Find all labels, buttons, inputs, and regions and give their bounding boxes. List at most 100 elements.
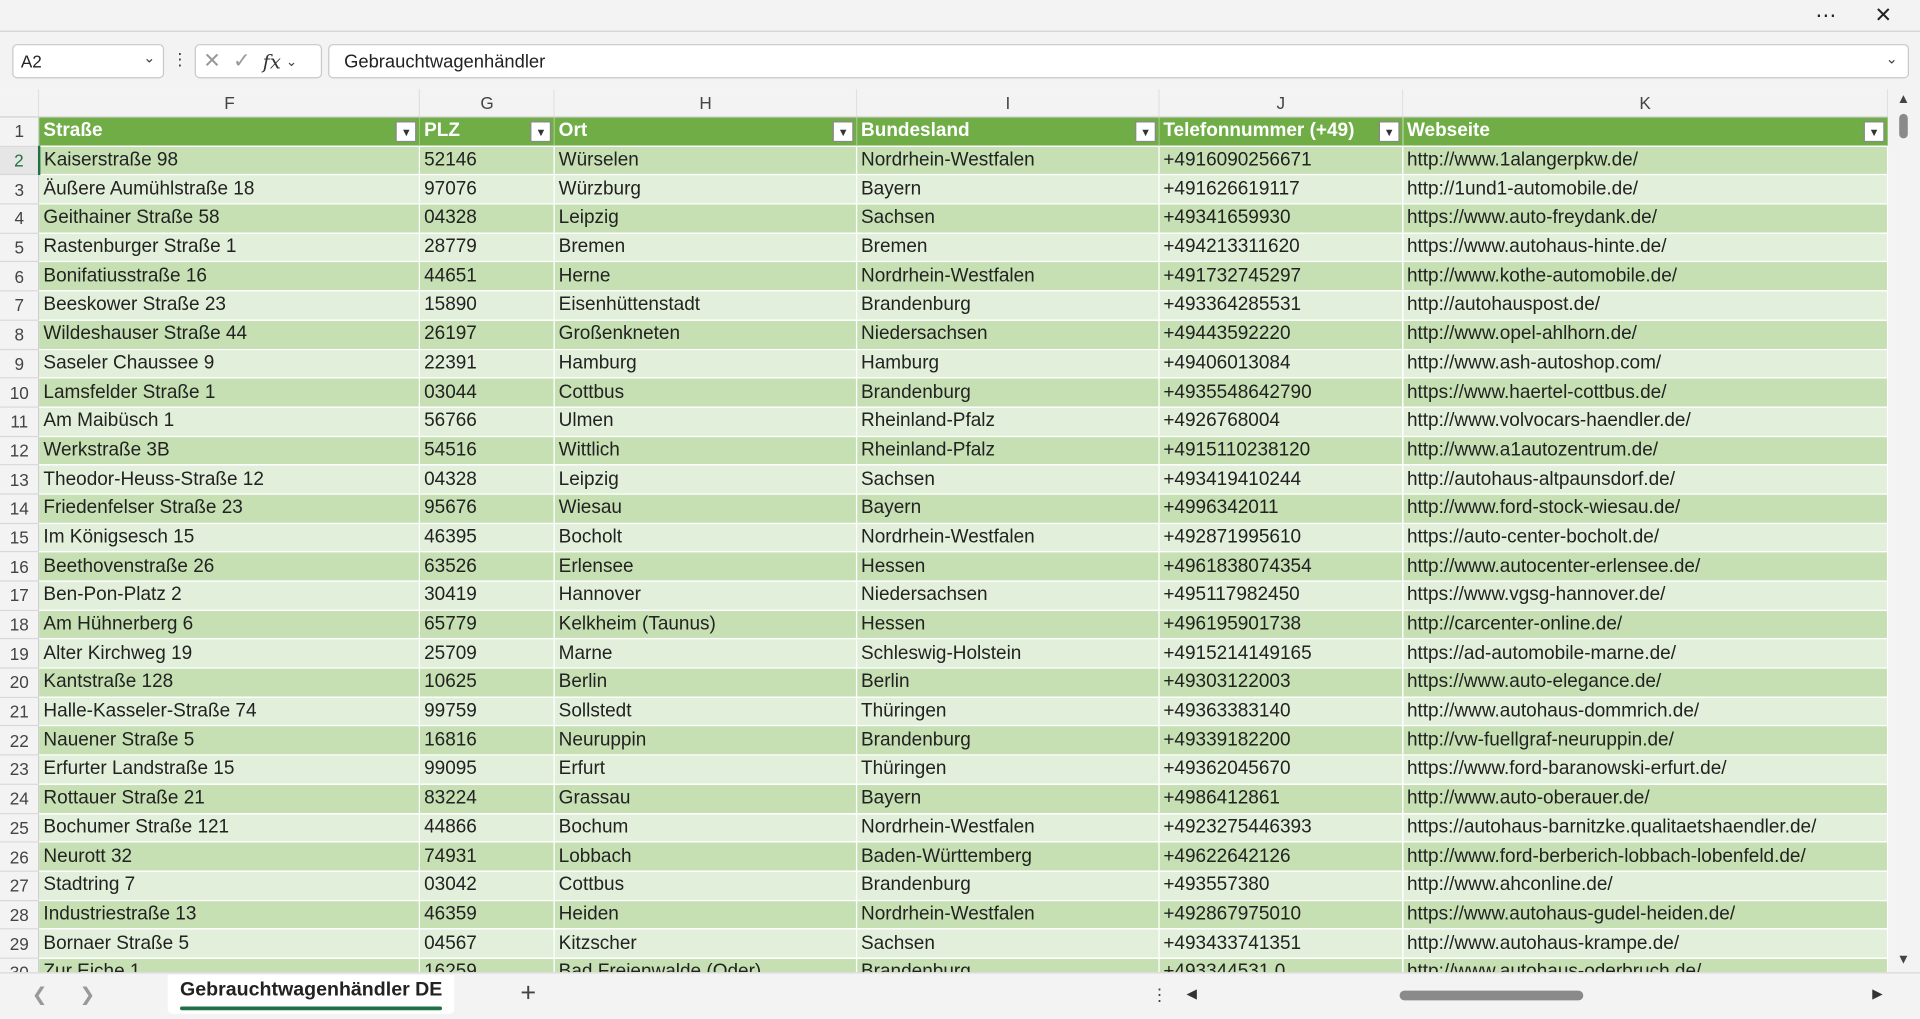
table-cell[interactable]: Wittlich xyxy=(554,435,858,466)
table-cell[interactable]: Zur Eiche 1 xyxy=(39,958,421,973)
table-cell[interactable]: Thüringen xyxy=(856,755,1160,785)
table-cell[interactable]: 95676 xyxy=(419,494,556,524)
horizontal-scrollbar[interactable]: ◀ ▶ xyxy=(1182,986,1892,1006)
row-header[interactable]: 13 xyxy=(0,465,40,495)
table-cell[interactable]: Erlensee xyxy=(554,552,858,582)
table-cell[interactable]: 03044 xyxy=(419,377,556,408)
table-cell[interactable]: Kaiserstraße 98 xyxy=(39,145,421,176)
table-cell[interactable]: Rastenburger Straße 1 xyxy=(39,232,421,263)
table-cell[interactable]: Leipzig xyxy=(554,203,858,234)
filter-dropdown-icon[interactable]: ▼ xyxy=(395,121,417,143)
table-cell[interactable]: Heiden xyxy=(554,900,858,930)
table-cell[interactable]: Sollstedt xyxy=(554,697,858,727)
table-cell[interactable]: 99095 xyxy=(419,755,556,785)
table-cell[interactable]: http://www.autohaus-dommrich.de/ xyxy=(1402,697,1889,727)
table-cell[interactable]: https://www.autohaus-gudel-heiden.de/ xyxy=(1402,900,1889,930)
table-cell[interactable]: +4996342011 xyxy=(1159,494,1404,524)
table-cell[interactable]: Nordrhein-Westfalen xyxy=(856,261,1160,292)
table-cell[interactable]: Niedersachsen xyxy=(856,319,1160,350)
select-all-corner[interactable] xyxy=(0,89,40,118)
table-cell[interactable]: +4926768004 xyxy=(1159,406,1404,437)
table-cell[interactable]: Wildeshauser Straße 44 xyxy=(39,319,421,350)
name-box[interactable]: A2 ⌄ xyxy=(12,44,165,79)
table-cell[interactable]: +493344531 0 xyxy=(1159,958,1404,973)
table-header-cell[interactable]: Webseite ▼ xyxy=(1402,116,1889,147)
row-header[interactable]: 29 xyxy=(0,929,40,959)
table-cell[interactable]: +49362045670 xyxy=(1159,755,1404,785)
table-cell[interactable]: 04328 xyxy=(419,465,556,495)
table-cell[interactable]: Neurott 32 xyxy=(39,842,421,872)
scroll-thumb[interactable] xyxy=(1399,990,1584,1001)
table-cell[interactable]: 97076 xyxy=(419,174,556,205)
table-cell[interactable]: Brandenburg xyxy=(856,726,1160,756)
insert-function-icon[interactable]: fx xyxy=(263,50,281,73)
chevron-down-icon[interactable]: ⌄ xyxy=(143,49,155,66)
close-icon[interactable]: ✕ xyxy=(1861,0,1905,32)
expand-formula-chevron-icon[interactable]: ⌄ xyxy=(1886,50,1898,67)
table-cell[interactable]: Rheinland-Pfalz xyxy=(856,406,1160,437)
table-cell[interactable]: http://carcenter-online.de/ xyxy=(1402,610,1889,640)
row-header[interactable]: 11 xyxy=(0,406,40,437)
row-header[interactable]: 9 xyxy=(0,348,40,379)
table-cell[interactable]: Nordrhein-Westfalen xyxy=(856,900,1160,930)
table-cell[interactable]: Bochumer Straße 121 xyxy=(39,813,421,843)
table-cell[interactable]: Bad Freienwalde (Oder) xyxy=(554,958,858,973)
table-cell[interactable]: Bremen xyxy=(856,232,1160,263)
table-cell[interactable]: Bochum xyxy=(554,813,858,843)
table-cell[interactable]: https://www.auto-elegance.de/ xyxy=(1402,668,1889,698)
table-cell[interactable]: Nordrhein-Westfalen xyxy=(856,523,1160,553)
table-cell[interactable]: +4915110238120 xyxy=(1159,435,1404,466)
filter-dropdown-icon[interactable]: ▼ xyxy=(832,121,854,143)
row-header[interactable]: 17 xyxy=(0,581,40,611)
table-cell[interactable]: Berlin xyxy=(856,668,1160,698)
table-cell[interactable]: Beeskower Straße 23 xyxy=(39,290,421,321)
row-header[interactable]: 24 xyxy=(0,784,40,814)
table-cell[interactable]: http://vw-fuellgraf-neuruppin.de/ xyxy=(1402,726,1889,756)
table-cell[interactable]: +493364285531 xyxy=(1159,290,1404,321)
table-cell[interactable]: 30419 xyxy=(419,581,556,611)
table-cell[interactable]: Beethovenstraße 26 xyxy=(39,552,421,582)
row-header[interactable]: 15 xyxy=(0,523,40,553)
table-cell[interactable]: Würzburg xyxy=(554,174,858,205)
row-header[interactable]: 14 xyxy=(0,494,40,524)
row-header[interactable]: 18 xyxy=(0,610,40,640)
table-cell[interactable]: Im Königsesch 15 xyxy=(39,523,421,553)
table-header-cell[interactable]: Bundesland ▼ xyxy=(856,116,1160,147)
table-cell[interactable]: 16816 xyxy=(419,726,556,756)
table-cell[interactable]: 16259 xyxy=(419,958,556,973)
table-header-cell[interactable]: Telefonnummer (+49) ▼ xyxy=(1159,116,1404,147)
more-vertical-icon[interactable]: ⋮ xyxy=(171,49,188,70)
table-cell[interactable]: Rheinland-Pfalz xyxy=(856,435,1160,466)
column-header[interactable]: F xyxy=(39,89,421,118)
scroll-thumb[interactable] xyxy=(1899,113,1908,139)
table-cell[interactable]: Bayern xyxy=(856,784,1160,814)
table-cell[interactable]: Saseler Chaussee 9 xyxy=(39,348,421,379)
table-header-cell[interactable]: Straße ▼ xyxy=(39,116,421,147)
table-cell[interactable]: +4916090256671 xyxy=(1159,145,1404,176)
table-cell[interactable]: +49341659930 xyxy=(1159,203,1404,234)
table-cell[interactable]: Brandenburg xyxy=(856,377,1160,408)
table-cell[interactable]: Bayern xyxy=(856,174,1160,205)
table-cell[interactable]: 15890 xyxy=(419,290,556,321)
vertical-scrollbar[interactable]: ▲ ▼ xyxy=(1888,89,1920,973)
table-cell[interactable]: Eisenhüttenstadt xyxy=(554,290,858,321)
table-cell[interactable]: http://autohauspost.de/ xyxy=(1402,290,1889,321)
table-cell[interactable]: 54516 xyxy=(419,435,556,466)
table-cell[interactable]: 63526 xyxy=(419,552,556,582)
table-cell[interactable]: +493433741351 xyxy=(1159,929,1404,959)
table-cell[interactable]: +49363383140 xyxy=(1159,697,1404,727)
table-cell[interactable]: Marne xyxy=(554,639,858,669)
table-cell[interactable]: Erfurter Landstraße 15 xyxy=(39,755,421,785)
row-header[interactable]: 20 xyxy=(0,668,40,698)
table-cell[interactable]: Hamburg xyxy=(554,348,858,379)
table-cell[interactable]: 44651 xyxy=(419,261,556,292)
table-cell[interactable]: Ben-Pon-Platz 2 xyxy=(39,581,421,611)
table-cell[interactable]: +49406013084 xyxy=(1159,348,1404,379)
table-cell[interactable]: http://www.ash-autoshop.com/ xyxy=(1402,348,1889,379)
table-cell[interactable]: http://www.ford-berberich-lobbach-lobenf… xyxy=(1402,842,1889,872)
scroll-down-icon[interactable]: ▼ xyxy=(1897,953,1910,968)
table-cell[interactable]: http://www.auto-oberauer.de/ xyxy=(1402,784,1889,814)
table-cell[interactable]: http://www.ahconline.de/ xyxy=(1402,871,1889,901)
table-cell[interactable]: Niedersachsen xyxy=(856,581,1160,611)
table-cell[interactable]: 52146 xyxy=(419,145,556,176)
